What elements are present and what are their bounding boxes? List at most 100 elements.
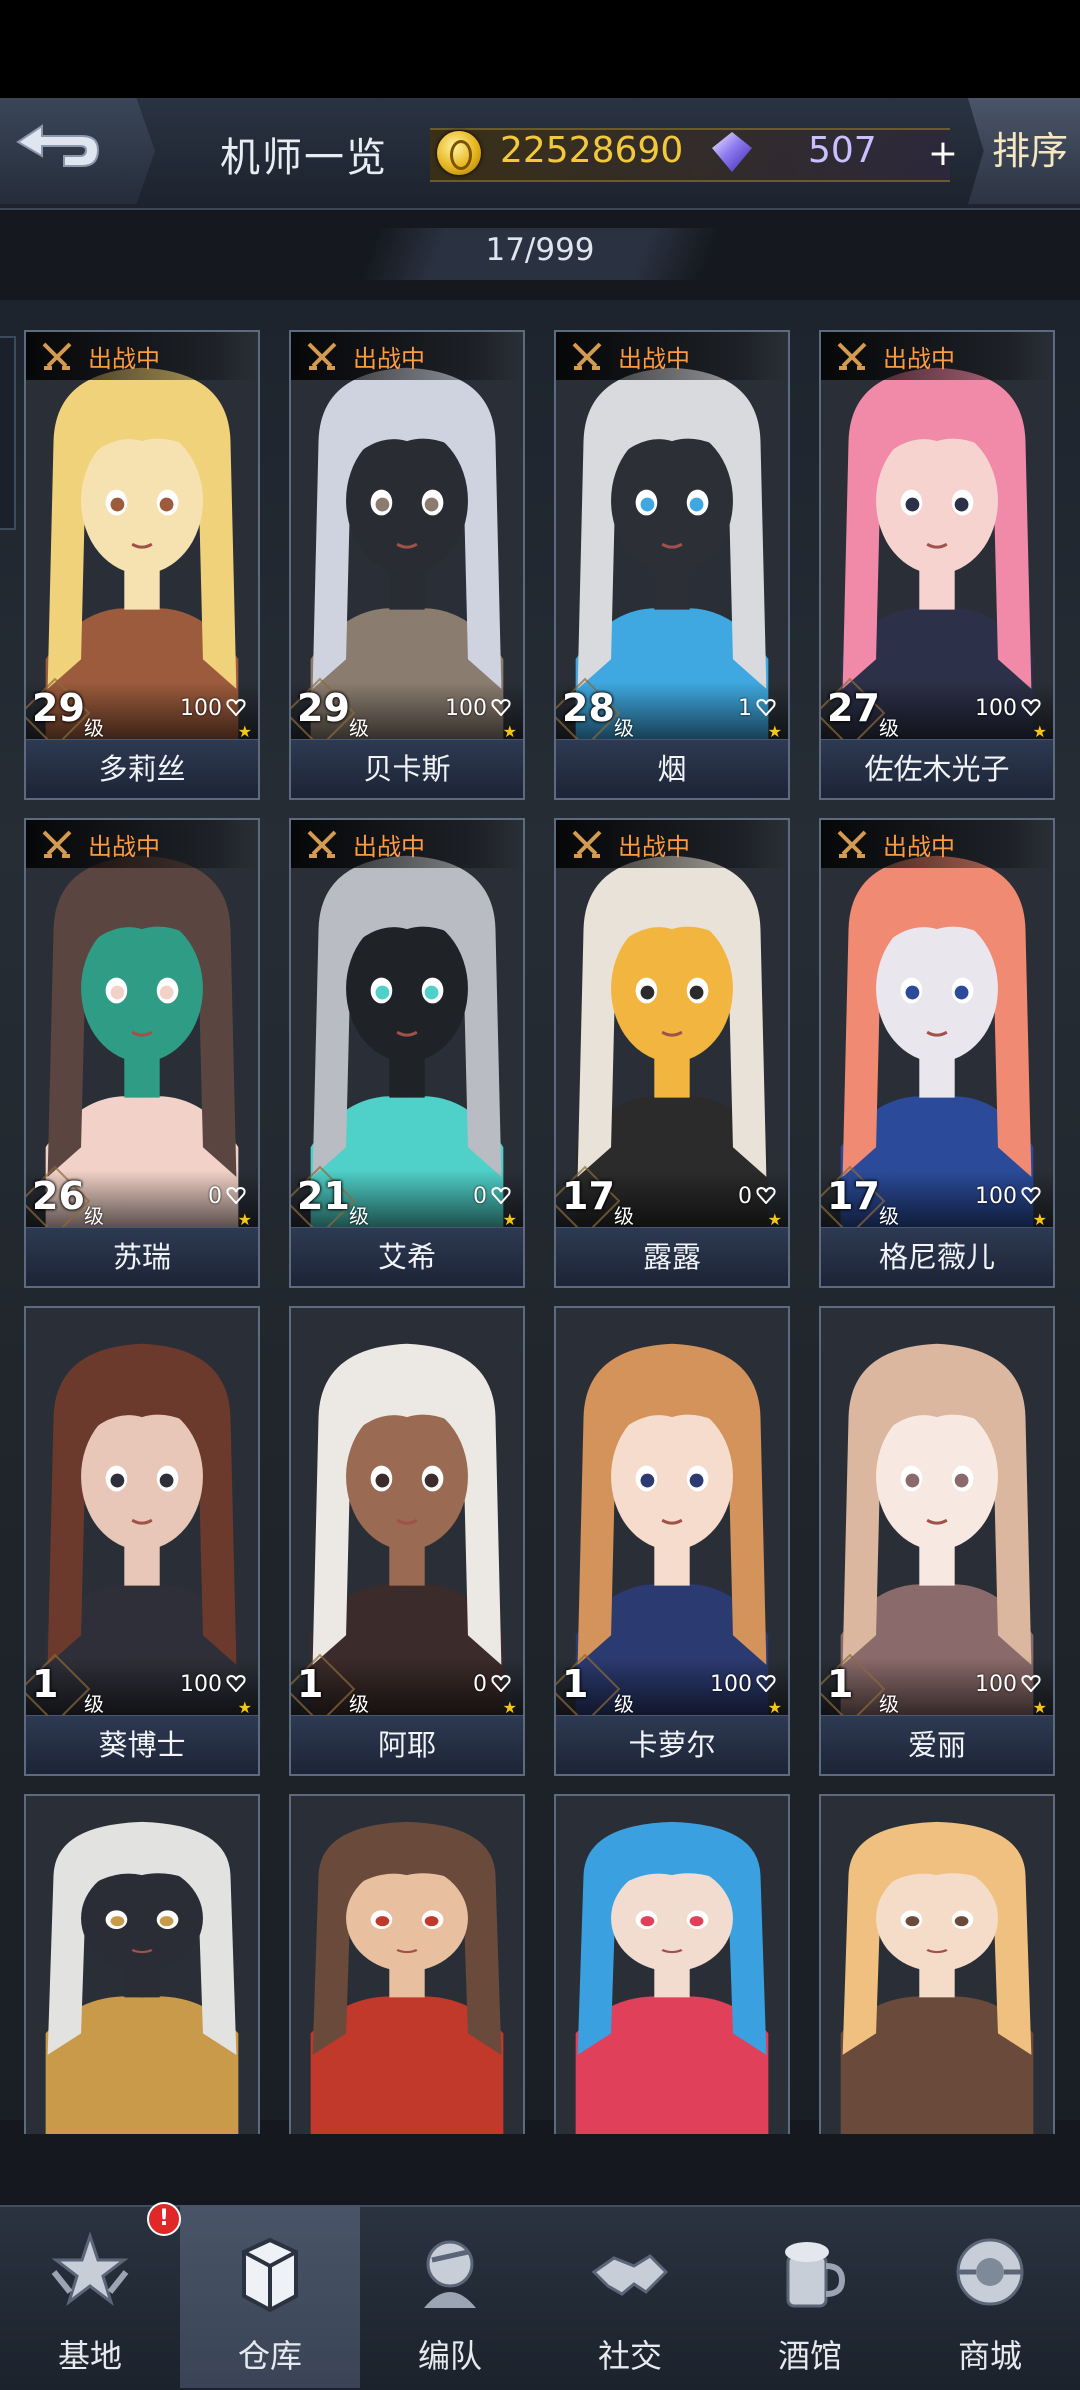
gold-amount: 22528690 [500, 130, 684, 171]
trust-heart-icon [491, 698, 511, 716]
crossed-swords-icon [572, 342, 602, 370]
trust-heart-icon [226, 698, 246, 716]
crossed-swords-icon [572, 830, 602, 858]
back-arrow-icon [16, 124, 100, 167]
level-unit: 级 [614, 1204, 634, 1228]
pilot-level: 1 [562, 1662, 589, 1706]
level-unit: 级 [879, 1204, 899, 1228]
pilot-name: 佐佐木光子 [821, 739, 1053, 798]
nav-tavern[interactable]: 酒馆 [720, 2205, 900, 2388]
nav-label: 商城 [957, 2337, 1022, 2375]
pilot-level: 26 [32, 1174, 85, 1218]
pilot-card[interactable]: 出战中 17 级 100 ★ 格尼薇儿 [819, 818, 1055, 1288]
deployed-label: 出战中 [883, 833, 955, 861]
pilot-level: 29 [32, 686, 85, 730]
crossed-swords-icon [307, 342, 337, 370]
nav-warehouse[interactable]: 仓库 [180, 2205, 360, 2388]
level-unit: 级 [84, 1692, 104, 1716]
pilot-name: 阿耶 [291, 1715, 523, 1774]
pilot-name: 露露 [556, 1227, 788, 1286]
pilot-stats: 1 级 100 ★ [26, 1653, 258, 1725]
back-button[interactable] [0, 98, 155, 204]
pilot-card[interactable]: 出战中 28 级 1 ★ 烟 [554, 330, 790, 800]
pilot-card[interactable]: 出战中 17 级 0 ★ 露露 [554, 818, 790, 1288]
add-gems-button[interactable]: + [918, 136, 968, 172]
deployed-label: 出战中 [618, 833, 690, 861]
nav-label: 编队 [417, 2337, 482, 2375]
pilot-card[interactable]: 出战中 27 级 100 ★ 佐佐木光子 [819, 330, 1055, 800]
nav-formation[interactable]: 编队 [360, 2205, 540, 2388]
nav-label: 酒馆 [777, 2337, 842, 2375]
crossed-swords-icon [42, 830, 72, 858]
trust-value: 1 [738, 696, 752, 721]
deployed-label: 出战中 [883, 345, 955, 373]
page-title: 机师一览 [220, 135, 388, 181]
level-unit: 级 [879, 1692, 899, 1716]
pilot-name: 卡萝尔 [556, 1715, 788, 1774]
formation-icon [424, 2240, 476, 2308]
pilot-name: 苏瑞 [26, 1227, 258, 1286]
level-unit: 级 [614, 716, 634, 740]
pilot-name: 爱丽 [821, 1715, 1053, 1774]
deployed-banner: 出战中 [291, 332, 523, 380]
shop-icon [956, 2238, 1024, 2306]
pilot-card[interactable]: 出战中 21 级 0 ★ 艾希 [289, 818, 525, 1288]
pilot-card[interactable]: 1 级 0 ★ 阿耶 [289, 1306, 525, 1776]
pilot-stats: 1 级 100 ★ [556, 1653, 788, 1725]
trust-heart-icon [226, 1186, 246, 1204]
gem-amount: 507 [808, 130, 877, 171]
pilot-card[interactable]: 出战中 26 级 0 ★ 苏瑞 [24, 818, 260, 1288]
alert-badge: ! [147, 2202, 181, 2236]
trust-heart-icon [491, 1186, 511, 1204]
pilot-name: 格尼薇儿 [821, 1227, 1053, 1286]
gold-coin-icon [437, 131, 481, 175]
level-unit: 级 [349, 1204, 369, 1228]
crossed-swords-icon [42, 342, 72, 370]
trust-heart-icon [226, 1674, 246, 1692]
pilot-card[interactable]: 1 级 100 ★ 葵博士 [24, 1306, 260, 1776]
pilot-card[interactable] [289, 1794, 525, 2134]
pilot-stats: 1 级 100 ★ [821, 1653, 1053, 1725]
pilot-stats: 28 级 1 ★ [556, 677, 788, 749]
pilot-name: 葵博士 [26, 1715, 258, 1774]
pilot-name: 烟 [556, 739, 788, 798]
side-panel-tab[interactable] [0, 336, 16, 530]
pilot-level: 17 [562, 1174, 615, 1218]
deployed-banner: 出战中 [821, 332, 1053, 380]
nav-shop[interactable]: 商城 [900, 2205, 1080, 2388]
nav-handshake[interactable]: 社交 [540, 2205, 720, 2388]
trust-value: 100 [975, 1672, 1017, 1697]
deployed-label: 出战中 [88, 345, 160, 373]
pilot-card[interactable] [24, 1794, 260, 2134]
level-unit: 级 [84, 1204, 104, 1228]
sort-label: 排序 [992, 129, 1069, 173]
trust-value: 0 [208, 1184, 222, 1209]
pilot-card[interactable] [819, 1794, 1055, 2134]
pilot-level: 1 [32, 1662, 59, 1706]
trust-value: 100 [180, 696, 222, 721]
pilot-stats: 26 级 0 ★ [26, 1165, 258, 1237]
level-unit: 级 [84, 716, 104, 740]
trust-heart-icon [491, 1674, 511, 1692]
trust-heart-icon [756, 1186, 776, 1204]
deployed-banner: 出战中 [556, 820, 788, 868]
trust-heart-icon [1021, 698, 1041, 716]
pilot-card[interactable] [554, 1794, 790, 2134]
pilot-card[interactable]: 1 级 100 ★ 爱丽 [819, 1306, 1055, 1776]
trust-value: 100 [180, 1672, 222, 1697]
sort-button[interactable]: 排序 [968, 98, 1080, 204]
pilot-level: 27 [827, 686, 880, 730]
level-unit: 级 [349, 716, 369, 740]
pilot-card[interactable]: 出战中 29 级 100 ★ 贝卡斯 [289, 330, 525, 800]
pilot-stats: 17 级 100 ★ [821, 1165, 1053, 1237]
trust-value: 0 [738, 1184, 752, 1209]
trust-value: 100 [975, 1184, 1017, 1209]
pilot-card[interactable]: 1 级 100 ★ 卡萝尔 [554, 1306, 790, 1776]
pilot-portrait [556, 1796, 788, 2134]
pilot-card[interactable]: 出战中 29 级 100 ★ 多莉丝 [24, 330, 260, 800]
pilot-level: 1 [297, 1662, 324, 1706]
crossed-swords-icon [837, 342, 867, 370]
level-unit: 级 [879, 716, 899, 740]
pilot-portrait [291, 1796, 523, 2134]
level-unit: 级 [614, 1692, 634, 1716]
